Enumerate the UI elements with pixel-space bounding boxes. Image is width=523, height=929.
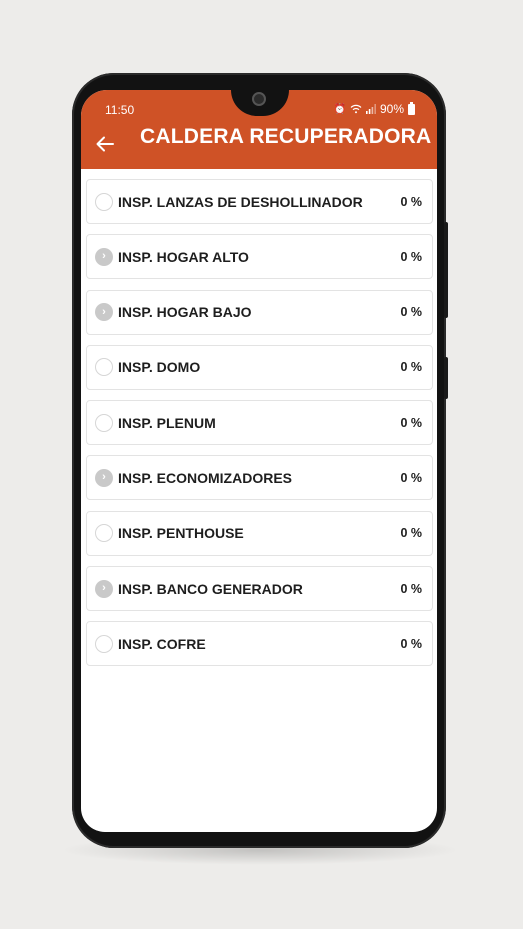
radio-empty-icon [95,524,113,543]
list-item-label: INSP. HOGAR BAJO [118,304,252,321]
list-item-percent: 0 % [400,360,422,375]
list-item[interactable]: › INSP. HOGAR ALTO 0 % [86,234,433,280]
list-item[interactable]: › INSP. BANCO GENERADOR 0 % [86,566,433,612]
status-icons: ⏰ 90% [333,101,415,116]
list-item-percent: 0 % [400,581,422,596]
list-item-percent: 0 % [400,636,422,651]
list-item[interactable]: INSP. PENTHOUSE 0 % [86,510,433,556]
list-item-percent: 0 % [400,249,422,264]
list-item[interactable]: INSP. DOMO 0 % [86,344,433,390]
list-item[interactable]: INSP. PLENUM 0 % [86,400,433,446]
list-item[interactable]: › INSP. HOGAR BAJO 0 % [86,289,433,335]
back-button[interactable] [93,132,117,156]
list-item-label: INSP. HOGAR ALTO [118,248,249,265]
radio-empty-icon [95,634,113,653]
power-button [444,357,448,399]
volume-button [444,222,448,318]
chevron-right-icon: › [95,468,113,487]
list-item-label: INSP. PLENUM [118,414,216,431]
list-item-label: INSP. BANCO GENERADOR [118,580,303,597]
list-item[interactable]: INSP. LANZAS DE DESHOLLINADOR 0 % [86,179,433,224]
alarm-icon: ⏰ [333,103,346,115]
chevron-right-icon: › [95,579,113,598]
list-item-label: INSP. DOMO [118,359,201,376]
list-item-percent: 0 % [400,415,422,430]
camera-icon [252,92,266,106]
radio-empty-icon [95,192,113,211]
list-item-label: INSP. PENTHOUSE [118,525,244,542]
page-title: CALDERA RECUPERADORA [140,125,432,148]
list-item-label: INSP. COFRE [118,635,206,652]
inspection-list: INSP. LANZAS DE DESHOLLINADOR 0 % › INSP. H… [86,179,433,677]
list-item-percent: 0 % [400,194,422,209]
radio-empty-icon [95,358,113,377]
status-time: 11:50 [105,103,135,117]
list-item-label: INSP. ECONOMIZADORES [118,469,292,486]
list-item-percent: 0 % [400,305,422,320]
battery-percent: 90% [379,102,404,116]
wifi-icon [350,104,362,114]
chevron-right-icon: › [95,247,113,266]
radio-empty-icon [95,413,113,432]
list-item-label: INSP. LANZAS DE DESHOLLINADOR [118,193,363,210]
list-item-percent: 0 % [400,526,422,541]
signal-icon [365,104,376,114]
list-item-percent: 0 % [400,470,422,485]
list-item[interactable]: › INSP. ECONOMIZADORES 0 % [86,455,433,501]
list-item[interactable]: INSP. COFRE 0 % [86,621,433,667]
battery-icon [408,101,415,115]
chevron-right-icon: › [95,303,113,322]
arrow-left-icon [96,136,114,152]
app-screen: 11:50 ⏰ 90% CALDERA RECUPERADORA INSP. L… [81,90,437,832]
